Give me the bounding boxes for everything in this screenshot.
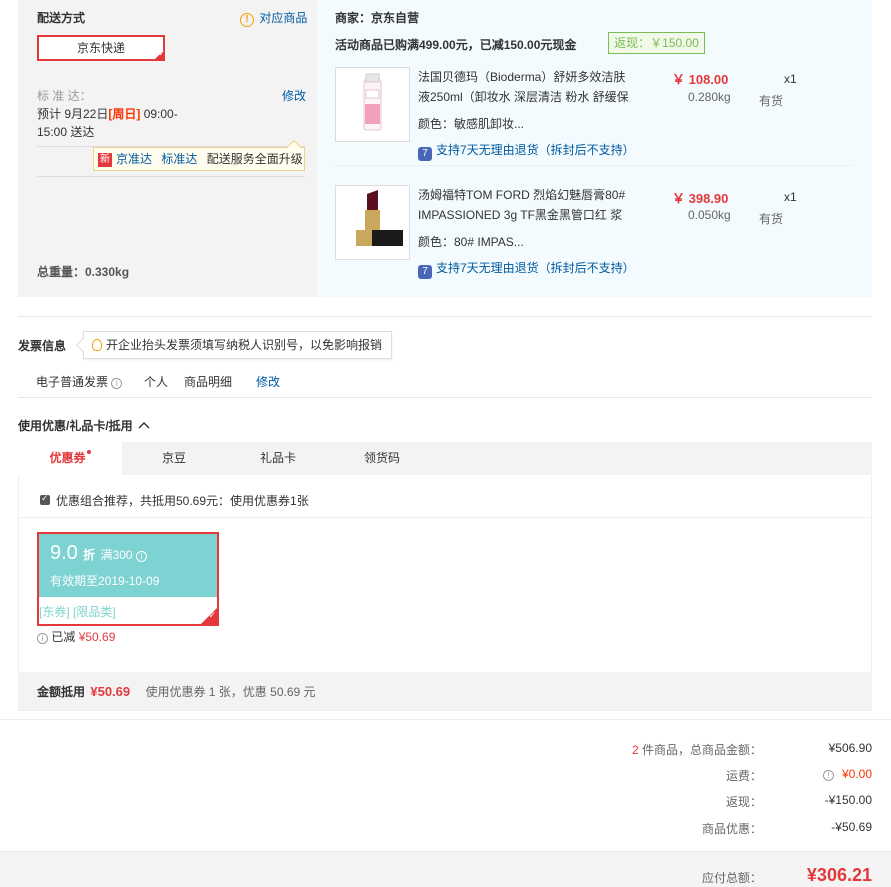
return-policy: 7 支持7天无理由退货（拆封后不支持） [418,141,635,161]
payable-amount: ¥306.21 [806,865,872,885]
product-weight: 0.280kg [688,90,731,104]
goods-count-label: 2 件商品，总商品金额： [631,743,762,757]
coupon-card-selected[interactable]: 9.0 折 满300 i 有效期至2019-10-09 [东券] [限品类] [37,532,219,626]
coupon-header: 9.0 折 满300 i 有效期至2019-10-09 [39,534,217,597]
coupon-condition: 满300 [100,548,133,562]
product-color: 颜色：80# IMPAS... [418,235,524,249]
tab-pickup-code[interactable]: 领货码 [330,442,434,475]
discount-tabs: 优惠券 京豆 礼品卡 领货码 [18,442,872,475]
product-stock: 有货 [759,212,784,226]
discount-label: 商品优惠： [701,822,762,836]
section-divider [0,719,891,720]
selected-check-icon [153,49,165,61]
tab-giftcard[interactable]: 礼品卡 [226,442,330,475]
eta-weekday: [周日] [108,107,141,121]
goods-amount: ¥506.90 [828,741,872,755]
coupon-unit: 折 [83,548,96,562]
product-weight: 0.050kg [688,208,731,222]
product-name-tomford[interactable]: 汤姆福特TOM FORD 烈焰幻魅唇膏80# IMPASSIONED 3g TF… [418,185,633,225]
warning-icon: ! [240,13,254,27]
invoice-detail: 商品明细 [184,375,233,389]
return-7day-icon: 7 [418,265,432,279]
coupon-value: 9.0 [50,542,78,564]
payable-label: 应付总额： [701,871,762,885]
total-weight: 总重量：0.330kg [37,265,130,279]
coupon-reduced: i 已减 ¥50.69 [37,628,115,645]
cashback-amount: -¥150.00 [824,793,872,807]
new-badge: 新 [98,153,112,167]
discount-amount: -¥50.69 [831,820,872,834]
tab-coupon[interactable]: 优惠券 [18,442,122,475]
bioderma-bottle-icon [363,73,382,131]
invoice-modify-link[interactable]: 修改 [256,373,280,390]
selected-check-icon [201,608,217,624]
summary-value: ¥50.69 [90,684,131,699]
lipstick-icon [356,190,403,246]
payable-bar: 应付总额： ¥306.21 [0,851,891,887]
product-price: ￥ 398.90 [672,191,729,206]
eta-line-1: 预计 9月22日[周日] 09:00- [37,107,178,121]
recommend-checkbox[interactable] [40,493,50,505]
lightbulb-icon [92,339,102,351]
info-icon: i [37,633,48,644]
freight-amount: ! ¥0.00 [822,767,872,781]
tab-jingdou[interactable]: 京豆 [122,442,226,475]
info-icon[interactable]: i [111,378,123,389]
product-qty: x1 [784,72,797,86]
invoice-tip: 开企业抬头发票须填写纳税人识别号，以免影响报销 [75,331,392,359]
promo-text: 活动商品已购满499.00元，已减150.00元现金 [335,38,577,52]
shipping-modify-link[interactable]: 修改 [282,87,306,104]
product-image-bioderma[interactable] [335,67,410,142]
return-policy: 7 支持7天无理由退货（拆封后不支持） [418,259,635,279]
product-image-tomford[interactable] [335,185,410,260]
standard-label: 标 准 达： [37,89,92,103]
info-icon[interactable]: i [135,551,147,562]
coupon-tags: [东券] [限品类] [39,605,116,619]
product-price: ￥ 108.00 [672,72,729,87]
product-qty: x1 [784,190,797,204]
product-color: 颜色：敏感肌卸妆... [418,117,525,131]
invoice-type: 电子普通发票 i [36,373,123,390]
product-name-bioderma[interactable]: 法国贝德玛（Bioderma）舒妍多效洁肤液250ml（卸妆水 深层清洁 粉水 … [418,67,633,107]
discount-summary-bar: 金额抵用 ¥50.69 使用优惠券 1 张，优惠 50.69 元 [18,672,872,710]
product-stock: 有货 [759,94,784,108]
section-divider [18,397,872,398]
divider [37,176,305,177]
freight-label: 运费： [725,769,762,783]
invoice-person: 个人 [144,375,169,389]
recommend-combo[interactable]: 优惠组合推荐，共抵用50.69元：使用优惠券1张 [40,492,309,509]
delivery-upgrade-tip: 新京准达 标准达 配送服务全面升级 [93,139,305,171]
eta-line-2: 15:00 送达 [37,125,95,139]
summary-label: 金额抵用 [37,685,86,699]
summary-detail: 使用优惠券 1 张，优惠 50.69 元 [145,685,316,699]
return-7day-icon: 7 [418,147,432,161]
matching-products-link[interactable]: ! 对应商品 [240,9,307,27]
chevron-up-icon [138,422,150,429]
divider [19,517,871,518]
divider [335,165,853,166]
coupon-expiry: 有效期至2019-10-09 [50,574,160,588]
info-icon[interactable]: ! [822,770,834,781]
cashback-label: 返现： [725,795,762,809]
express-option-selected[interactable]: 京东快递 [37,35,165,61]
cashback-badge: 返现：￥150.00 [608,32,705,54]
shipping-title: 配送方式 [37,11,86,25]
notification-dot [86,450,91,454]
section-divider [18,316,872,317]
discount-toggle[interactable]: 使用优惠/礼品卡/抵用 [18,417,150,434]
invoice-title: 发票信息 [18,339,67,353]
merchant-name: 商家：京东自营 [335,11,420,25]
